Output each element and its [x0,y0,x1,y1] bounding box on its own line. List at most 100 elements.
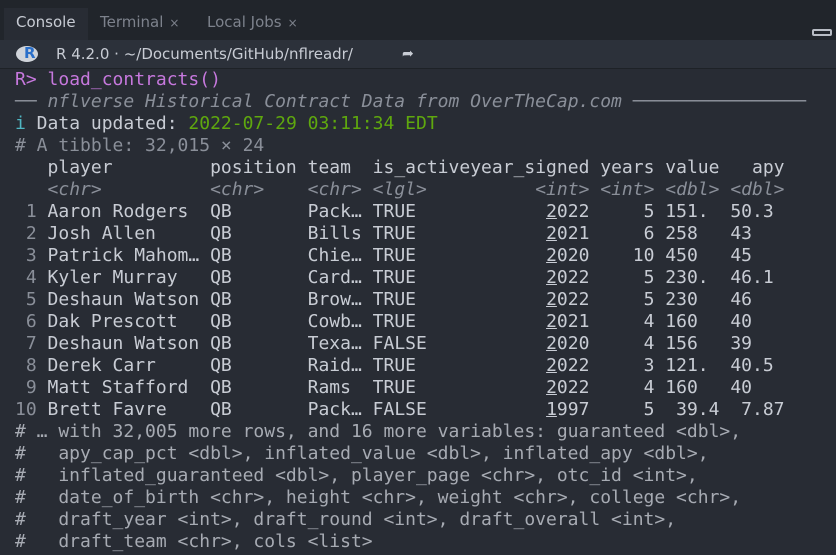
footer-line: # … with 32,005 more rows, and 16 more v… [15,421,806,443]
footer-text: # draft_year <int>, draft_round <int>, d… [15,509,677,530]
tab-terminal[interactable]: Terminal × [88,8,191,40]
cell-apy: 46.1 [730,267,796,288]
cell-position: QB [210,311,308,332]
cell-position: QB [210,377,308,398]
tab-local-jobs[interactable]: Local Jobs × [195,8,310,40]
cell-apy: 43 [730,223,796,244]
cell-year-signed-thousands: 2 [546,311,557,332]
row-number: 10 [15,399,48,420]
footer-text: # date_of_birth <chr>, height <chr>, wei… [15,487,742,508]
text [470,311,546,332]
tibble-dims: # A tibble: 32,015 × 24 [15,135,265,156]
r-version: R 4.2.0 [56,45,110,63]
command-line: R> load_contracts() [15,69,806,91]
cell-is-active: TRUE [372,245,471,266]
cell-player: Brett Favre [47,399,211,420]
cell-position: QB [210,201,308,222]
column-header: player [47,157,211,178]
command-text: load_contracts() [47,69,221,90]
path[interactable]: ~/Documents/GitHub/nflreadr/ [124,45,353,63]
cell-player: Josh Allen [47,223,211,244]
cell-player: Dak Prescott [47,311,211,332]
cell-position: QB [210,355,308,376]
info-value: 2022-07-29 03:11:34 EDT [188,113,438,134]
cell-position: QB [210,333,308,354]
cell-team: Pack… [307,399,373,420]
cell-position: QB [210,399,308,420]
info-icon: i [15,113,26,134]
footer-line: # draft_year <int>, draft_round <int>, d… [15,509,806,531]
cell-year-signed-thousands: 2 [546,245,557,266]
cell-years: 10 [600,245,666,266]
cell-value: 160 [665,377,731,398]
cell-year-signed: 021 [556,223,601,244]
info-line: i Data updated: 2022-07-29 03:11:34 EDT [15,113,806,135]
cell-apy: 40 [730,377,796,398]
footer-line: # apy_cap_pct <dbl>, inflated_value <dbl… [15,443,806,465]
banner-line: ── nflverse Historical Contract Data fro… [15,91,806,113]
cell-apy: 39 [730,333,796,354]
row-number: 9 [15,377,48,398]
column-type: <lgl> [372,179,471,200]
text [15,157,48,178]
cell-team: Pack… [307,201,373,222]
console-output[interactable]: R> load_contracts() ── nflverse Historica… [15,69,806,553]
row-number: 5 [15,289,48,310]
column-header: is_active [372,157,471,178]
cell-team: Card… [307,267,373,288]
cell-years: 5 [600,267,666,288]
column-header: position [210,157,308,178]
cell-is-active: TRUE [372,289,471,310]
close-icon[interactable]: × [288,16,298,30]
cell-year-signed-thousands: 2 [546,333,557,354]
tab-console[interactable]: Console [4,8,88,40]
column-type: <chr> [210,179,308,200]
minimize-pane-button[interactable] [812,29,832,36]
cell-is-active: FALSE [372,399,471,420]
go-to-directory-icon[interactable]: ➦ [402,40,414,68]
cell-year-signed-thousands: 2 [546,267,557,288]
row-number: 8 [15,355,48,376]
cell-year-signed-thousands: 2 [546,355,557,376]
footer-text: # apy_cap_pct <dbl>, inflated_value <dbl… [15,443,709,464]
cell-team: Cowb… [307,311,373,332]
tab-label: Console [16,13,76,31]
text [470,245,546,266]
text [470,399,546,420]
cell-apy: 7.87 [730,399,796,420]
cell-is-active: FALSE [372,333,471,354]
cell-value: 160 [665,311,731,332]
cell-value: 230 [665,289,731,310]
column-header-line: player position team is_activeyear_signe… [15,157,806,179]
cell-year-signed: 020 [556,245,601,266]
cell-is-active: TRUE [372,267,471,288]
cell-apy: 50.3 [730,201,796,222]
cell-team: Chie… [307,245,373,266]
console-toolbar: R R 4.2.0 · ~/Documents/GitHub/nflreadr/… [0,40,836,69]
cell-value: 121. [665,355,731,376]
cell-player: Deshaun Watson [47,289,211,310]
column-type-line: <chr> <chr> <chr> <lgl> <int> <int> <dbl… [15,179,806,201]
table-row: 3 Patrick Mahom… QB Chie… TRUE 2020 10 4… [15,245,806,267]
cell-value: 156 [665,333,731,354]
cell-position: QB [210,289,308,310]
row-number: 7 [15,333,48,354]
cell-value: 151. [665,201,731,222]
cell-years: 4 [600,311,666,332]
close-icon[interactable]: × [169,16,179,30]
table-row: 8 Derek Carr QB Raid… TRUE 2022 3 121. 4… [15,355,806,377]
row-number: 4 [15,267,48,288]
column-header: apy [730,157,785,178]
footer-text: # … with 32,005 more rows, and 16 more v… [15,421,742,442]
table-row: 2 Josh Allen QB Bills TRUE 2021 6 258 43 [15,223,806,245]
cell-years: 5 [600,289,666,310]
text [470,267,546,288]
text [470,201,546,222]
cell-player: Deshaun Watson [47,333,211,354]
column-header: team [307,157,373,178]
footer-line: # draft_team <chr>, cols <list> [15,531,806,553]
cell-years: 6 [600,223,666,244]
table-row: 1 Aaron Rodgers QB Pack… TRUE 2022 5 151… [15,201,806,223]
cell-year-signed: 022 [556,267,601,288]
cell-years: 3 [600,355,666,376]
